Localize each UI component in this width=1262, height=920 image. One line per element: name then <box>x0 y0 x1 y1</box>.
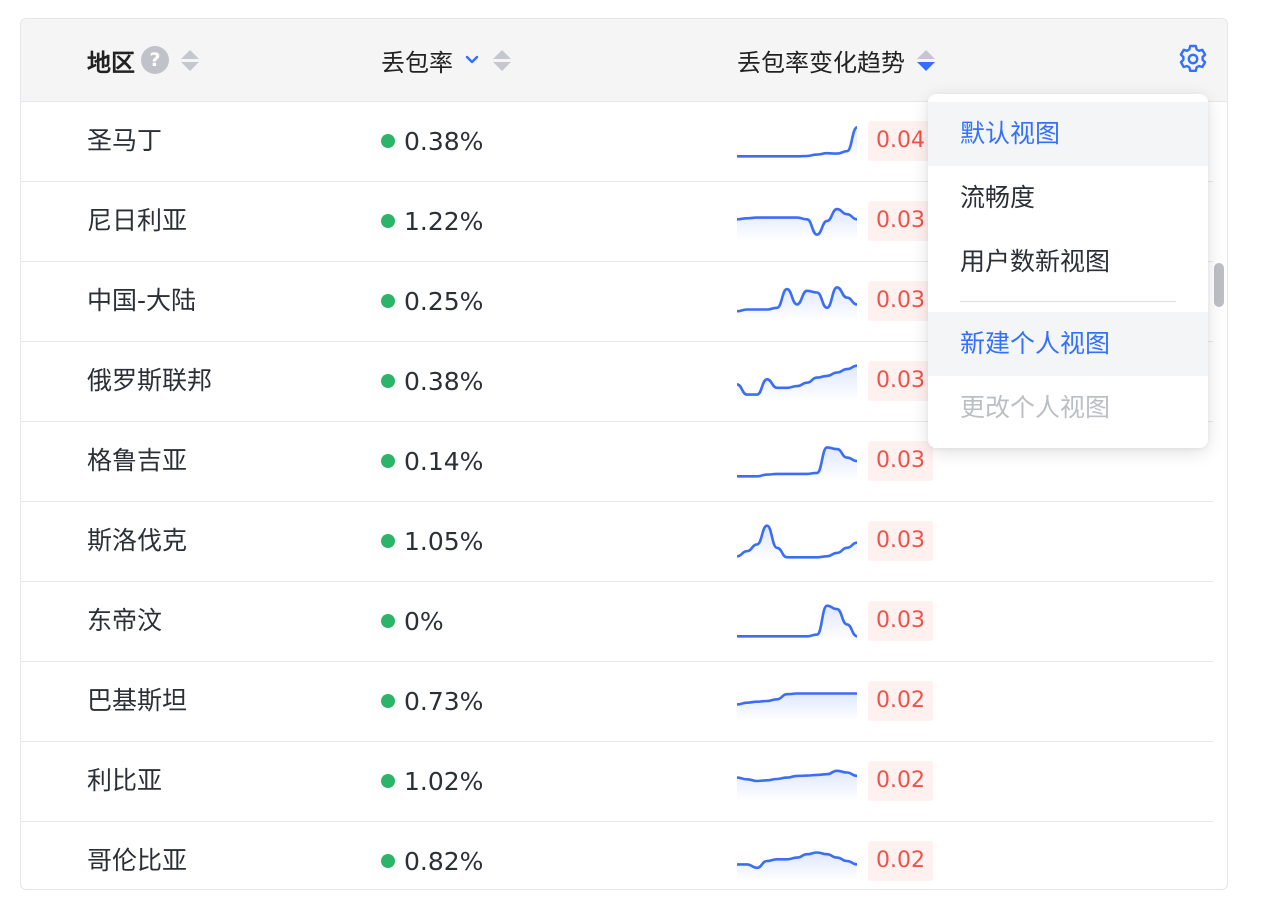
loss-rate-cell: 0.14% <box>381 421 483 501</box>
loss-rate-cell: 0.73% <box>381 661 483 741</box>
trend-sparkline <box>737 692 857 721</box>
trend-sparkline <box>737 364 857 401</box>
menu-divider <box>960 301 1176 302</box>
table-row[interactable]: 东帝汶 0% 0.03 <box>21 581 1213 662</box>
column-header-trend[interactable]: 丢包率变化趋势 <box>737 19 935 101</box>
trend-value-badge: 0.03 <box>868 281 933 321</box>
loss-rate-value: 0.14% <box>404 446 484 476</box>
trend-value-badge: 0.02 <box>868 841 933 881</box>
trend-value-badge: 0.03 <box>868 201 933 241</box>
chevron-down-icon[interactable] <box>463 51 481 69</box>
sparkline-area <box>737 525 857 561</box>
gear-icon[interactable] <box>1175 41 1211 77</box>
trend-sparkline <box>737 207 857 241</box>
loss-rate-cell: 0.25% <box>381 261 483 341</box>
trend-value-badge: 0.02 <box>868 681 933 721</box>
status-dot <box>381 854 395 868</box>
table-header: 地区 ? 丢包率 丢包率变化趋势 <box>21 19 1227 102</box>
column-header-trend-label: 丢包率变化趋势 <box>737 48 905 77</box>
loss-rate-value: 0.82% <box>404 846 484 876</box>
region-cell: 哥伦比亚 <box>87 846 188 875</box>
trend-sparkline <box>737 851 857 881</box>
status-dot <box>381 694 395 708</box>
table-row[interactable]: 哥伦比亚 0.82% 0.02 <box>21 821 1213 889</box>
status-dot <box>381 294 395 308</box>
trend-value-badge: 0.04 <box>868 121 933 161</box>
loss-rate-value: 1.22% <box>404 206 484 236</box>
menu-item-new-personal-view[interactable]: 新建个人视图 <box>928 312 1208 376</box>
sparkline-line <box>737 126 857 158</box>
loss-rate-value: 1.05% <box>404 526 484 556</box>
loss-rate-cell: 1.02% <box>381 741 483 821</box>
trend-value-badge: 0.03 <box>868 521 933 561</box>
status-dot <box>381 614 395 628</box>
status-dot <box>381 534 395 548</box>
region-cell: 斯洛伐克 <box>87 526 188 555</box>
menu-item-user-count-view[interactable]: 用户数新视图 <box>928 230 1208 294</box>
loss-rate-value: 0.38% <box>404 126 484 156</box>
help-icon[interactable]: ? <box>141 46 169 74</box>
trend-sparkline <box>737 524 857 561</box>
loss-rate-cell: 1.22% <box>381 181 483 261</box>
trend-value-badge: 0.03 <box>868 441 933 481</box>
sparkline-area <box>737 693 857 721</box>
trend-sparkline <box>737 604 857 641</box>
sort-icon[interactable] <box>917 49 935 71</box>
column-header-region[interactable]: 地区 ? <box>87 19 199 101</box>
table-row[interactable]: 巴基斯坦 0.73% 0.02 <box>21 661 1213 742</box>
menu-item-default-view[interactable]: 默认视图 <box>928 102 1208 166</box>
sort-icon[interactable] <box>493 49 511 71</box>
table-row[interactable]: 斯洛伐克 1.05% 0.03 <box>21 501 1213 582</box>
trend-sparkline <box>737 286 857 321</box>
trend-value-badge: 0.02 <box>868 761 933 801</box>
loss-rate-cell: 1.05% <box>381 501 483 581</box>
trend-sparkline <box>737 769 857 801</box>
trend-sparkline <box>737 126 857 161</box>
loss-rate-cell: 0.82% <box>381 821 484 889</box>
trend-sparkline <box>737 446 857 481</box>
region-cell: 格鲁吉亚 <box>87 446 188 475</box>
status-dot <box>381 214 395 228</box>
region-cell: 圣马丁 <box>87 126 163 155</box>
status-dot <box>381 774 395 788</box>
scrollbar-thumb[interactable] <box>1214 263 1224 307</box>
menu-item-edit-personal-view: 更改个人视图 <box>960 393 1111 422</box>
column-header-loss-rate[interactable]: 丢包率 <box>381 19 511 101</box>
status-dot <box>381 134 395 148</box>
loss-rate-value: 0.73% <box>404 686 484 716</box>
table-row[interactable]: 利比亚 1.02% 0.02 <box>21 741 1213 822</box>
menu-item-smoothness[interactable]: 流畅度 <box>928 166 1208 230</box>
region-cell: 俄罗斯联邦 <box>87 366 213 395</box>
region-cell: 中国-大陆 <box>87 286 197 315</box>
loss-rate-cell: 0% <box>381 581 444 661</box>
loss-rate-value: 0% <box>404 606 444 636</box>
view-menu: 默认视图 流畅度 用户数新视图 新建个人视图 更改个人视图 <box>928 94 1208 448</box>
loss-rate-value: 0.38% <box>404 366 484 396</box>
loss-rate-value: 1.02% <box>404 766 484 796</box>
status-dot <box>381 454 395 468</box>
sort-icon[interactable] <box>181 49 199 71</box>
loss-rate-cell: 0.38% <box>381 341 483 421</box>
region-cell: 东帝汶 <box>87 606 163 635</box>
region-cell: 利比亚 <box>87 766 163 795</box>
loss-rate-cell: 0.38% <box>381 101 483 181</box>
status-dot <box>381 374 395 388</box>
column-header-loss-rate-label: 丢包率 <box>381 48 453 77</box>
region-cell: 尼日利亚 <box>87 206 188 235</box>
region-cell: 巴基斯坦 <box>87 686 188 715</box>
trend-value-badge: 0.03 <box>868 361 933 401</box>
loss-rate-value: 0.25% <box>404 286 484 316</box>
trend-value-badge: 0.03 <box>868 601 933 641</box>
sparkline-area <box>737 209 857 241</box>
column-header-region-label: 地区 <box>87 48 135 77</box>
